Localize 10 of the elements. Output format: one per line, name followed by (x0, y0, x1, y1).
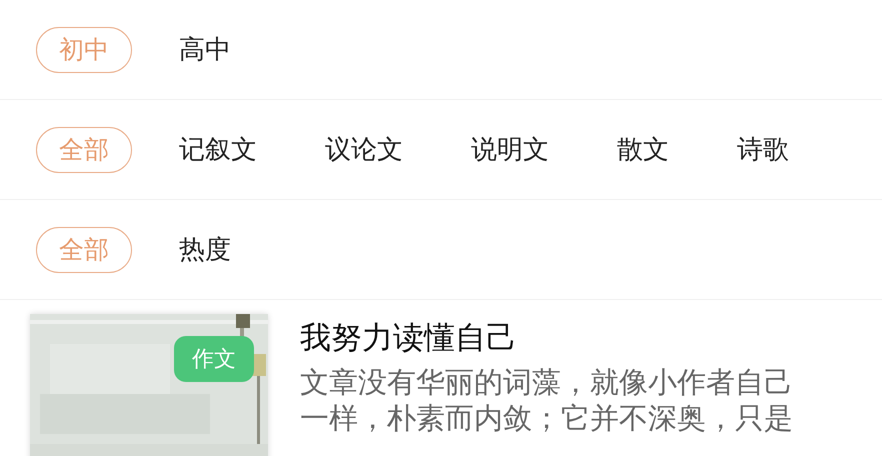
filter-option[interactable]: 记叙文 (178, 126, 258, 172)
category-badge: 作文 (174, 336, 254, 382)
filter-option[interactable]: 高中 (178, 26, 232, 72)
filter-option[interactable]: 议论文 (324, 126, 404, 172)
filter-option[interactable]: 说明文 (470, 126, 550, 172)
filter-option[interactable]: 热度 (178, 226, 232, 272)
filter-option[interactable]: 散文 (616, 126, 670, 172)
article-summary: 文章没有华丽的词藻，就像小作者自己一样，朴素而内敛；它并不深奥，只是 (300, 364, 794, 436)
filter-option[interactable]: 诗歌 (736, 126, 790, 172)
article-title[interactable]: 我努力读懂自己 (300, 318, 805, 358)
